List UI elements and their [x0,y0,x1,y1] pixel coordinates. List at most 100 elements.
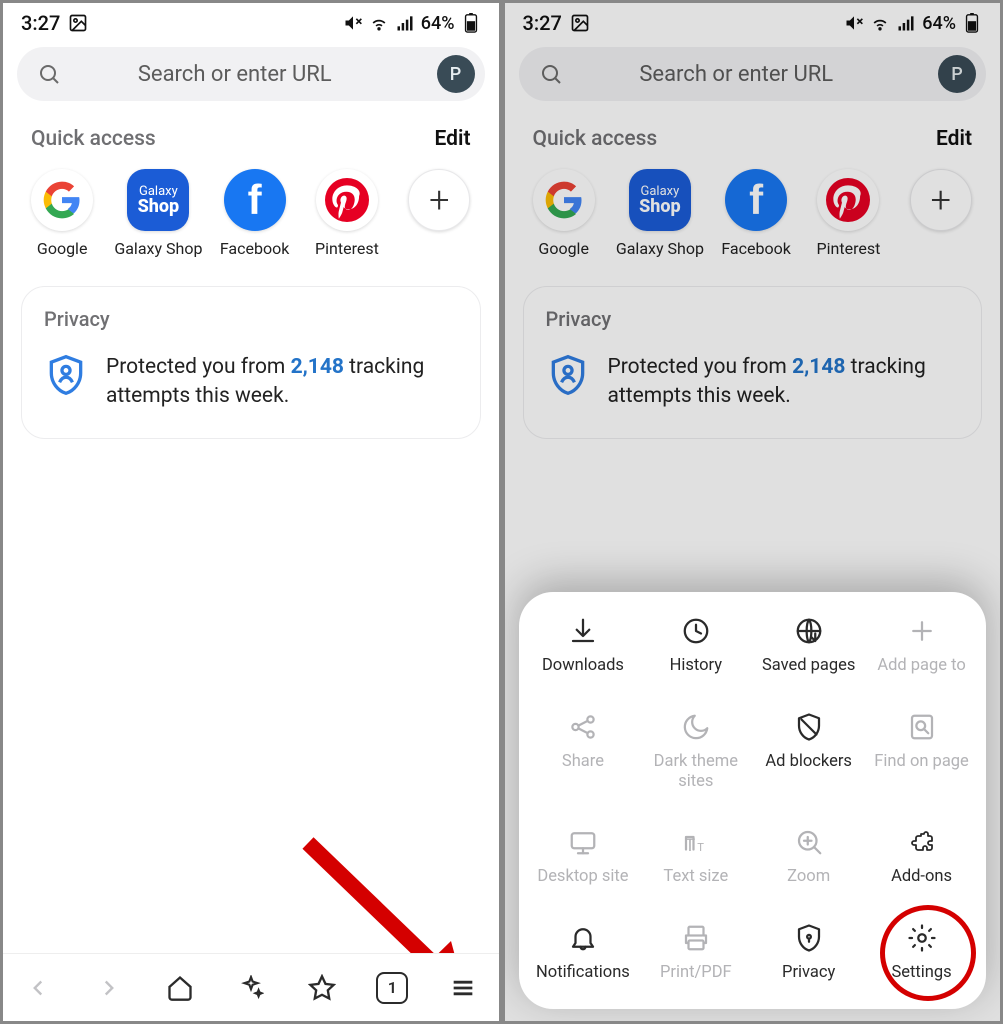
svg-text:T: T [685,836,696,856]
menu-desktop-site[interactable]: Desktop site [527,825,640,887]
google-icon [533,169,595,231]
pinterest-icon [316,169,378,231]
menu-zoom[interactable]: Zoom [752,825,865,887]
qa-galaxy-shop[interactable]: GalaxyShop Galaxy Shop [619,169,701,258]
quick-access-row: Google GalaxyShop Galaxy Shop f Facebook… [505,161,1001,258]
status-bar: 3:27 64% [3,3,499,39]
mute-icon [844,13,864,33]
menu-item-label: Downloads [542,656,624,676]
edit-button[interactable]: Edit [936,127,972,151]
edit-button[interactable]: Edit [435,127,471,151]
qa-pinterest[interactable]: Pinterest [310,169,384,258]
privacy-text: Protected you from 2,148 tracking attemp… [106,353,458,412]
shield-icon [44,353,88,397]
download-icon [566,614,600,648]
search-placeholder: Search or enter URL [545,62,929,87]
menu-item-label: Privacy [782,963,835,983]
menu-saved-pages[interactable]: Saved pages [752,614,865,676]
nav-forward[interactable] [87,966,131,1010]
qa-pinterest[interactable]: Pinterest [811,169,885,258]
nav-home[interactable] [158,966,202,1010]
qa-add[interactable]: + [402,169,476,258]
menu-settings[interactable]: Settings [865,921,978,983]
puzzle-icon [905,825,939,859]
gear-icon [905,921,939,955]
privacy-icon [792,921,826,955]
menu-item-label: Add-ons [891,867,952,887]
quick-access-row: Google GalaxyShop Galaxy Shop f Facebook… [3,161,499,258]
shield-icon [546,353,590,397]
nav-tabs[interactable]: 1 [370,966,414,1010]
nav-ai[interactable] [229,966,273,1010]
galaxy-shop-icon: GalaxyShop [127,169,189,231]
desktop-icon [566,825,600,859]
menu-text-size[interactable]: TTText size [639,825,752,887]
menu-ad-blockers[interactable]: Ad blockers [752,710,865,792]
battery-icon [461,13,481,33]
nav-menu[interactable] [441,966,485,1010]
nav-bookmarks[interactable] [300,966,344,1010]
quick-access-title: Quick access [31,127,156,151]
menu-item-label: Ad blockers [765,752,852,772]
menu-privacy[interactable]: Privacy [752,921,865,983]
profile-avatar[interactable]: P [938,55,976,93]
menu-notifications[interactable]: Notifications [527,921,640,983]
status-time: 3:27 [21,11,60,35]
profile-avatar[interactable]: P [437,55,475,93]
galaxy-shop-icon: GalaxyShop [629,169,691,231]
bell-icon [566,921,600,955]
facebook-icon: f [725,169,787,231]
menu-item-label: Zoom [787,867,830,887]
google-icon [31,169,93,231]
plus-icon [905,614,939,648]
screenshot-left: 3:27 64% Search or enter URL P Quick acc… [0,0,502,1024]
menu-dark-theme-sites[interactable]: Dark themesites [639,710,752,792]
menu-item-label: Dark themesites [654,752,738,792]
menu-item-label: Share [562,752,604,772]
menu-item-label: Notifications [536,963,630,983]
menu-history[interactable]: History [639,614,752,676]
menu-downloads[interactable]: Downloads [527,614,640,676]
menu-share[interactable]: Share [527,710,640,792]
search-placeholder: Search or enter URL [43,62,427,87]
battery-icon [962,13,982,33]
menu-item-label: Text size [663,867,728,887]
menu-add-ons[interactable]: Add-ons [865,825,978,887]
quick-access-title: Quick access [533,127,658,151]
moon-icon [679,710,713,744]
menu-item-label: Print/PDF [660,963,732,983]
search-bar[interactable]: Search or enter URL P [17,47,485,101]
qa-galaxy-shop[interactable]: GalaxyShop Galaxy Shop [117,169,199,258]
qa-facebook[interactable]: f Facebook [719,169,793,258]
menu-print-pdf[interactable]: Print/PDF [639,921,752,983]
wifi-icon [369,13,389,33]
zoom-icon [792,825,826,859]
bottom-nav: 1 [3,953,499,1021]
share-icon [566,710,600,744]
signal-icon [395,13,415,33]
menu-item-label: Desktop site [537,867,628,887]
qa-google[interactable]: Google [527,169,601,258]
signal-icon [896,13,916,33]
qa-facebook[interactable]: f Facebook [217,169,291,258]
qa-add[interactable]: + [904,169,978,258]
menu-item-label: Saved pages [762,656,855,676]
find-icon [905,710,939,744]
mute-icon [343,13,363,33]
privacy-title: Privacy [44,307,458,331]
privacy-title: Privacy [546,307,960,331]
menu-add-page-to[interactable]: Add page to [865,614,978,676]
wifi-icon [870,13,890,33]
pinterest-icon [817,169,879,231]
shield-slash-icon [792,710,826,744]
screenshot-right: 3:27 64% Search or enter URL P Quick acc… [502,0,1003,1024]
qa-google[interactable]: Google [25,169,99,258]
facebook-icon: f [224,169,286,231]
nav-back[interactable] [16,966,60,1010]
privacy-text: Protected you from 2,148 tracking attemp… [608,353,960,412]
menu-find-on-page[interactable]: Find on page [865,710,978,792]
search-bar[interactable]: Search or enter URL P [519,47,987,101]
privacy-card[interactable]: Privacy Protected you from 2,148 trackin… [523,286,983,439]
battery-percent: 64% [922,13,956,34]
privacy-card[interactable]: Privacy Protected you from 2,148 trackin… [21,286,481,439]
